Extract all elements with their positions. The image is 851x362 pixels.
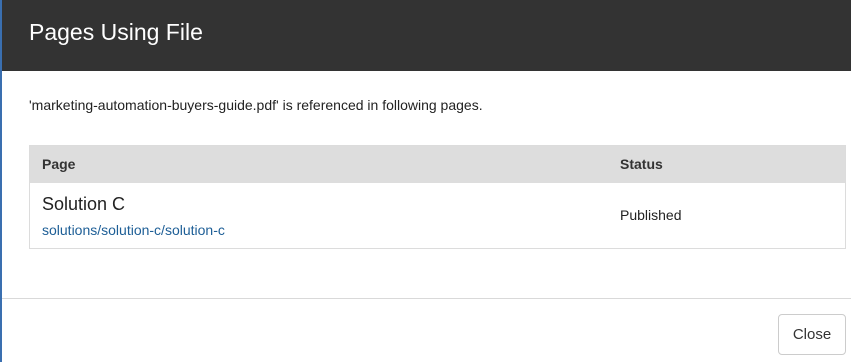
status-cell: Published	[620, 207, 682, 223]
pages-table: Page Status Solution C solutions/solutio…	[29, 145, 846, 249]
table-row: Solution C solutions/solution-c/solution…	[30, 183, 845, 249]
dialog-header: Pages Using File	[2, 0, 851, 71]
page-title-cell: Solution C	[42, 194, 126, 214]
table-header-row: Page Status	[30, 146, 845, 183]
reference-message: 'marketing-automation-buyers-guide.pdf' …	[29, 97, 483, 113]
page-path-link[interactable]: solutions/solution-c/solution-c	[42, 222, 225, 238]
footer-divider	[2, 298, 851, 299]
column-header-page: Page	[42, 156, 76, 172]
column-header-status: Status	[620, 156, 663, 172]
dialog-title: Pages Using File	[29, 19, 203, 45]
close-button[interactable]: Close	[778, 314, 846, 355]
pages-using-file-dialog: Pages Using File 'marketing-automation-b…	[0, 0, 851, 362]
